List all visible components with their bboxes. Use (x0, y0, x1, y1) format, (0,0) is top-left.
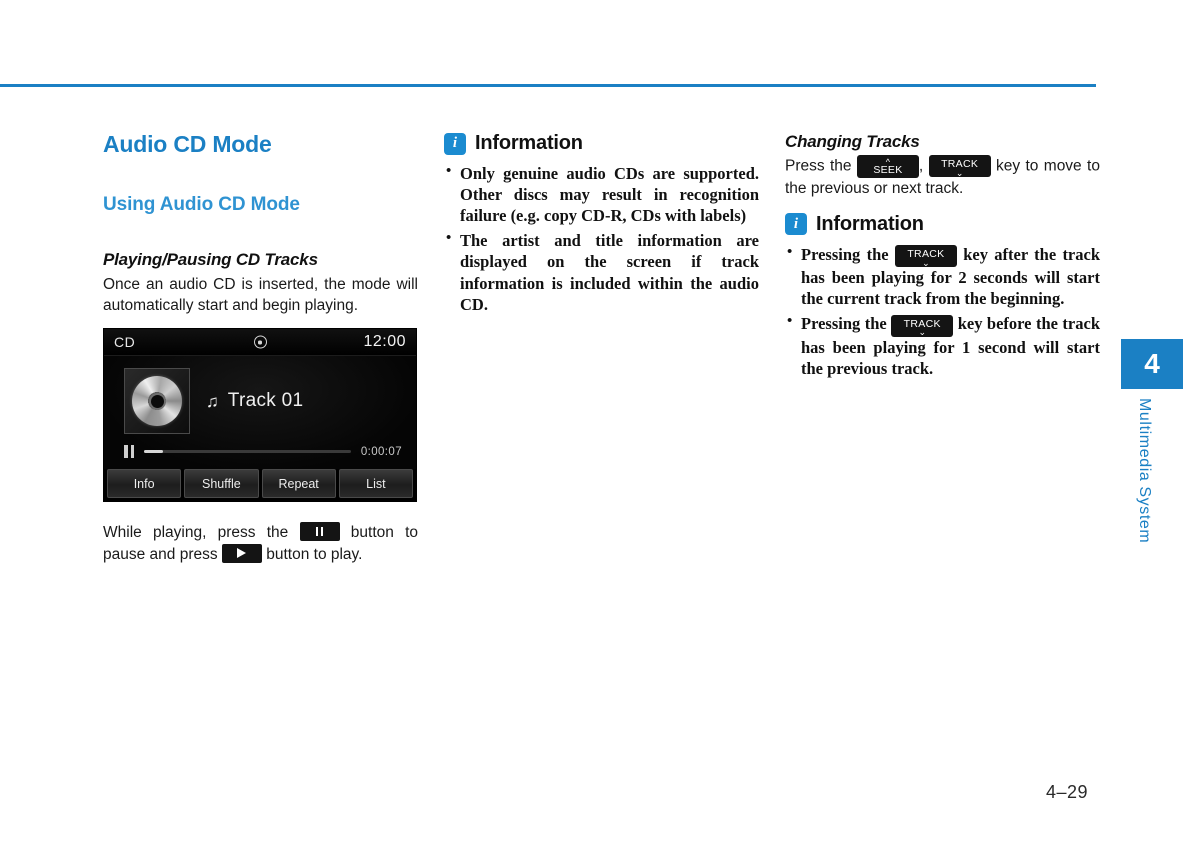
subsection-title: Using Audio CD Mode (103, 194, 300, 216)
list-item: Only genuine audio CDs are supported. Ot… (444, 162, 759, 226)
head-unit-button-bar: Info Shuffle Repeat List (104, 469, 416, 502)
track-key-chip: TRACK ⌄ (894, 245, 957, 268)
playback-caption: While playing, press the button to pause… (103, 522, 418, 565)
progress-bar[interactable] (144, 450, 351, 454)
track-info: ♫ Track 01 (206, 390, 303, 412)
list-button[interactable]: List (338, 469, 413, 499)
track-key-chip: TRACK ⌄ (928, 155, 991, 178)
clock-label: 12:00 (363, 333, 406, 351)
information-icon: i (444, 132, 466, 155)
page-title: Audio CD Mode (103, 131, 272, 157)
cd-disc-icon (132, 376, 182, 427)
topic-body-playing-pausing: Once an audio CD is inserted, the mode w… (103, 275, 418, 315)
topic-title-changing-tracks: Changing Tracks (785, 132, 920, 151)
changing-tracks-comma: , (918, 157, 924, 175)
list-item: The artist and title information are dis… (444, 229, 759, 314)
information-title: Information (816, 212, 924, 235)
information-list-right: Pressing the TRACK⌄ key after the track … (785, 243, 1100, 379)
playback-caption-part3: button to play. (266, 545, 363, 563)
list-item-text-before: Pressing the (801, 244, 889, 264)
seek-key-chip: ^ SEEK (856, 154, 919, 178)
left-column: Audio CD Mode Using Audio CD Mode Playin… (103, 131, 418, 565)
list-item: Pressing the TRACK⌄ key after the track … (785, 243, 1100, 309)
middle-column: i Information Only genuine audio CDs are… (444, 132, 759, 565)
right-column: Changing Tracks Press the ^ SEEK, TRACK ⌄ … (785, 132, 1100, 565)
source-label: CD (114, 334, 136, 351)
changing-tracks-body: Press the ^ SEEK, TRACK ⌄ key to move to t… (785, 154, 1100, 199)
chapter-name-label: Multimedia System (1136, 398, 1153, 544)
list-item: Pressing the TRACK⌄ key before the track… (785, 312, 1100, 378)
info-button[interactable]: Info (107, 469, 182, 499)
information-header-middle: i Information (444, 132, 759, 155)
now-playing-row: ♫ Track 01 (104, 356, 416, 435)
information-list-middle: Only genuine audio CDs are supported. Ot… (444, 162, 759, 315)
list-item-text-before: Pressing the (801, 314, 887, 334)
chapter-number-tab: 4 (1121, 339, 1183, 389)
page-number: 4–29 (1046, 782, 1089, 802)
header-divider-rule (0, 84, 1096, 87)
track-title: Track 01 (227, 390, 304, 412)
changing-tracks-lead: Press the (785, 157, 852, 175)
chevron-down-icon: ⌄ (922, 257, 930, 268)
information-title: Information (475, 132, 583, 154)
playback-caption-part1: While playing, press the (103, 524, 289, 542)
chevron-down-icon: ⌄ (955, 167, 964, 178)
topic-title-playing-pausing: Playing/Pausing CD Tracks (103, 250, 318, 270)
progress-bar-fill (144, 450, 163, 454)
information-header-right: i Information (785, 213, 1100, 236)
track-key-chip: TRACK ⌄ (891, 314, 954, 338)
music-note-icon: ♫ (206, 391, 219, 411)
page-columns: Audio CD Mode Using Audio CD Mode Playin… (103, 131, 1100, 565)
pause-icon[interactable] (124, 445, 134, 459)
elapsed-time-label: 0:00:07 (360, 445, 402, 458)
shuffle-button[interactable]: Shuffle (184, 469, 259, 499)
head-unit-screenshot: CD 12:00 ♫ Track 01 0:00:07 Info Shuffle… (103, 328, 417, 503)
head-unit-main-area: ♫ Track 01 0:00:07 (104, 356, 416, 471)
chevron-down-icon: ⌄ (918, 327, 926, 338)
playback-progress-row: 0:00:07 (104, 434, 416, 459)
head-unit-status-bar: CD 12:00 (104, 329, 416, 357)
pause-button-chip (299, 522, 340, 542)
play-button-chip (221, 543, 262, 563)
information-icon: i (785, 213, 807, 236)
album-art-thumbnail (124, 368, 190, 435)
repeat-button[interactable]: Repeat (261, 469, 336, 499)
